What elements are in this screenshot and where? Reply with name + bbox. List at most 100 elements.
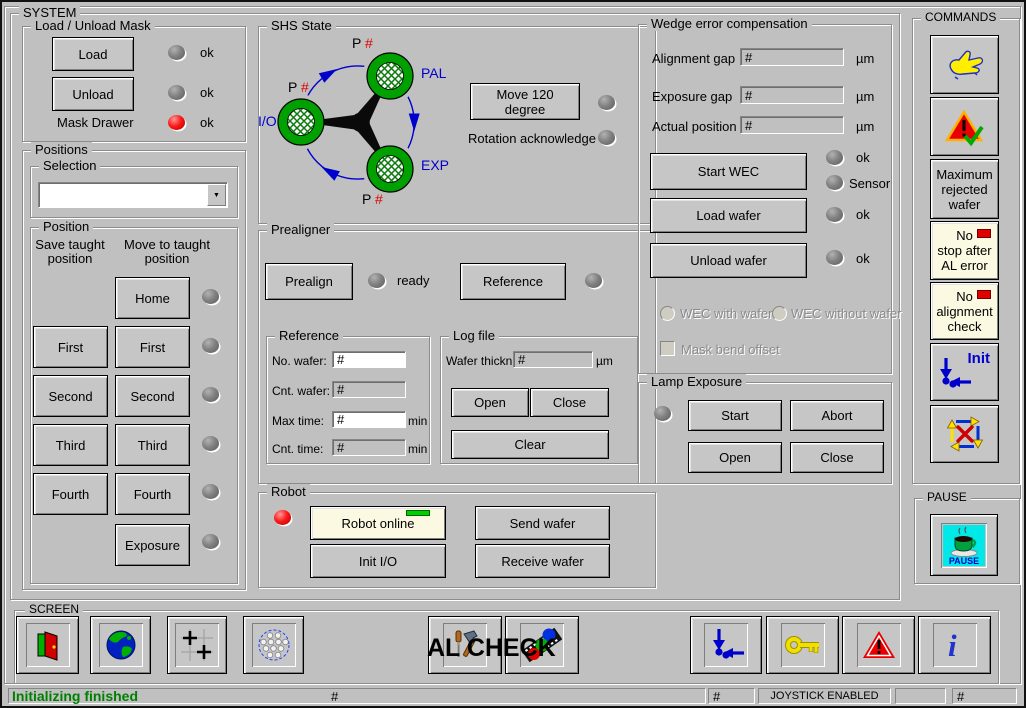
no-stop-after-al-error-button[interactable]: No stop after AL error — [930, 221, 999, 280]
screen-init-button[interactable] — [690, 616, 762, 674]
cnt-wafer-field — [332, 381, 406, 398]
save-second-button[interactable]: Second — [33, 375, 108, 417]
max-time-unit: min — [408, 414, 427, 429]
tools-icon — [445, 625, 485, 665]
reference-button[interactable]: Reference — [460, 263, 566, 300]
no-alignment-check-button[interactable]: No alignment check — [930, 282, 999, 340]
screen-global-button[interactable] — [90, 616, 151, 674]
screen-alignment-button[interactable] — [167, 616, 227, 674]
shs-exp-label: EXP — [421, 158, 449, 173]
screen-wafer-map-button[interactable] — [243, 616, 304, 674]
exposure-gap-label: Exposure gap — [652, 89, 732, 104]
unload-mask-button[interactable]: Unload — [52, 77, 134, 111]
shs-p-bottom: P # — [362, 192, 383, 207]
pause-button[interactable]: PAUSE — [930, 514, 998, 576]
shs-p-top-letter: P — [352, 35, 361, 51]
film-rgb-icon — [522, 625, 562, 665]
screen-service-button[interactable] — [428, 616, 502, 674]
wec-load-wafer-button[interactable]: Load wafer — [650, 198, 807, 233]
shs-p-top: P # — [352, 36, 373, 51]
rotation-acknowledge-label: Rotation acknowledge — [468, 131, 596, 146]
load-mask-button[interactable]: Load — [52, 37, 134, 71]
robot-online-indicator — [406, 510, 430, 516]
exposure-gap-unit: µm — [856, 89, 874, 104]
no-stop-indicator — [977, 229, 991, 238]
warning-check-icon — [945, 107, 985, 147]
prealign-button[interactable]: Prealign — [265, 263, 353, 300]
cnt-time-unit: min — [408, 442, 427, 457]
save-first-button[interactable]: First — [33, 326, 108, 368]
move-third-button[interactable]: Third — [115, 424, 190, 466]
logfile-clear-button[interactable]: Clear — [451, 430, 609, 459]
screen-alarm-button[interactable] — [842, 616, 915, 674]
no-wafer-field[interactable] — [332, 351, 406, 368]
shs-p-top-value: # — [365, 35, 373, 51]
manual-command-button[interactable] — [930, 35, 999, 94]
home-led — [202, 289, 219, 304]
max-time-field[interactable] — [332, 411, 406, 428]
selection-group-label: Selection — [39, 158, 100, 173]
move-exposure-button[interactable]: Exposure — [115, 524, 190, 566]
mask-drawer-label: Mask Drawer — [57, 115, 134, 130]
selection-dropdown-button[interactable]: ▼ — [207, 184, 226, 206]
robot-online-button[interactable]: Robot online — [310, 506, 446, 540]
crosses-icon-well — [175, 623, 219, 667]
robot-online-label: Robot online — [342, 516, 415, 531]
load-unload-mask-label: Load / Unload Mask — [31, 18, 155, 33]
move-120-line2: degree — [505, 102, 545, 117]
load-mask-led — [168, 45, 185, 60]
lamp-open-button[interactable]: Open — [688, 442, 782, 473]
screen-info-button[interactable]: i — [918, 616, 991, 674]
no-align-rest-label: alignment check — [931, 304, 998, 334]
logfile-close-button[interactable]: Close — [530, 388, 609, 417]
status-mark-1: # — [713, 689, 720, 704]
init-axes-icon — [706, 625, 746, 665]
info-icon: i — [935, 625, 975, 665]
actual-position-label: Actual position — [652, 119, 737, 134]
wafer-map-icon — [254, 625, 294, 665]
wafer-thickness-field — [513, 351, 593, 368]
station-exp — [367, 146, 413, 192]
cancel-rotation-command-button[interactable] — [930, 405, 999, 463]
move-second-button[interactable]: Second — [115, 375, 190, 417]
start-wec-button[interactable]: Start WEC — [650, 153, 807, 190]
wafer-thickness-label: Wafer thickn: — [446, 354, 516, 369]
globe-icon-well — [99, 623, 143, 667]
unload-mask-led — [168, 85, 185, 100]
svg-text:i: i — [948, 628, 957, 663]
selection-combobox-value[interactable] — [40, 184, 206, 204]
mask-drawer-status: ok — [200, 115, 214, 130]
move-120-degree-button[interactable]: Move 120 degree — [470, 83, 580, 120]
actual-position-field — [740, 116, 844, 134]
move-fourth-button[interactable]: Fourth — [115, 473, 190, 515]
wec-unload-wafer-button[interactable]: Unload wafer — [650, 243, 807, 278]
status-message: Initializing finished — [12, 689, 138, 704]
shs-p-left-value: # — [301, 79, 309, 95]
receive-wafer-button[interactable]: Receive wafer — [475, 544, 610, 578]
selection-combobox[interactable]: ▼ — [38, 182, 228, 208]
no-align-indicator — [977, 290, 991, 299]
maximum-rejected-wafer-button[interactable]: Maximum rejected wafer — [930, 159, 999, 219]
screen-exit-button[interactable] — [16, 616, 79, 674]
send-wafer-button[interactable]: Send wafer — [475, 506, 610, 540]
key-icon-well — [781, 623, 825, 667]
lamp-start-button[interactable]: Start — [688, 400, 782, 431]
logfile-open-button[interactable]: Open — [451, 388, 529, 417]
screen-key-button[interactable] — [766, 616, 839, 674]
save-third-button[interactable]: Third — [33, 424, 108, 466]
init-io-button[interactable]: Init I/O — [310, 544, 446, 578]
shs-p-bottom-value: # — [375, 191, 383, 207]
shs-p-bottom-letter: P — [362, 191, 371, 207]
move-first-button[interactable]: First — [115, 326, 190, 368]
screen-video-button[interactable] — [505, 616, 579, 674]
screen-group-label: SCREEN — [25, 602, 83, 617]
lamp-close-button[interactable]: Close — [790, 442, 884, 473]
alignment-gap-unit: µm — [856, 51, 874, 66]
init-command-button[interactable]: Init — [930, 343, 999, 401]
alignment-ok-command-button[interactable] — [930, 97, 999, 156]
lamp-abort-button[interactable]: Abort — [790, 400, 884, 431]
save-fourth-button[interactable]: Fourth — [33, 473, 108, 515]
move-home-button[interactable]: Home — [115, 277, 190, 319]
start-wec-led — [826, 150, 843, 165]
status-mark-center: # — [331, 689, 338, 704]
